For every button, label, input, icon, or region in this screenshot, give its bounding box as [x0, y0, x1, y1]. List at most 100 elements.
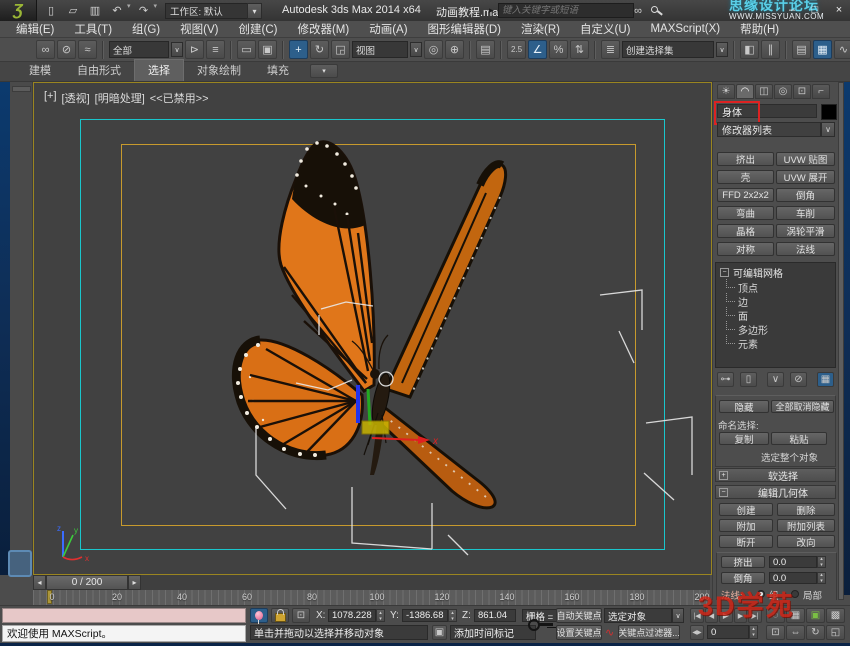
time-slider-button[interactable]: 0 / 200 — [46, 575, 128, 590]
configure-modifier-sets-icon[interactable]: ▦ — [817, 372, 834, 387]
panel-tab-modify-icon[interactable]: ◠ — [736, 84, 754, 99]
use-pivot-center-icon[interactable]: ◎ — [424, 40, 443, 59]
reference-coordinate-dropdown-icon[interactable]: ∨ — [410, 42, 422, 57]
viewport-layout-tab[interactable] — [8, 550, 32, 577]
next-frame-icon[interactable]: ▶ — [734, 608, 747, 623]
ribbon-tab-populate[interactable]: 填充 — [254, 60, 302, 81]
break-button[interactable]: 断开 — [719, 535, 773, 548]
zoom-extents-all-icon[interactable]: ▩ — [826, 608, 845, 623]
stack-item-face[interactable]: 面 — [726, 308, 835, 323]
menu-customize[interactable]: 自定义(U) — [570, 21, 640, 37]
search-icon[interactable]: ∞ — [630, 3, 646, 18]
named-set-dropdown-icon[interactable]: ∨ — [716, 42, 728, 57]
ribbon-tab-selection[interactable]: 选择 — [134, 59, 184, 81]
menu-modifiers[interactable]: 修改器(M) — [287, 21, 359, 37]
maxscript-status-line[interactable]: 欢迎使用 MAXScript。 — [2, 625, 246, 642]
select-and-scale-icon[interactable]: ◲ — [331, 40, 350, 59]
app-logo-icon[interactable]: Ʒ — [0, 0, 37, 21]
modifier-lathe-button[interactable]: 车削 — [776, 206, 835, 220]
object-color-swatch[interactable] — [821, 104, 837, 120]
modifier-extrude-button[interactable]: 挤出 — [717, 152, 774, 166]
soft-selection-rollout[interactable]: + 软选择 — [715, 468, 836, 483]
zoom-all-icon[interactable]: ▦ — [786, 608, 805, 623]
rollout-expand-icon[interactable]: + — [719, 470, 728, 480]
menu-animation[interactable]: 动画(A) — [359, 21, 417, 37]
x-coordinate-field[interactable]: 1078.228 — [328, 609, 376, 622]
snaps-toggle-icon[interactable]: 2.5 — [507, 40, 526, 59]
pan-icon[interactable]: ⇔ — [786, 625, 805, 640]
redo-flyout-icon[interactable]: ▾ — [154, 2, 158, 18]
extrude-spinner[interactable]: ▴ ▾ — [817, 556, 826, 568]
select-and-link-icon[interactable]: ∞ — [36, 40, 55, 59]
time-slider-right-icon[interactable]: ▸ — [128, 575, 141, 590]
remove-modifier-icon[interactable]: ⊘ — [790, 372, 807, 387]
goto-end-icon[interactable]: ▶| — [748, 608, 762, 623]
select-and-rotate-icon[interactable]: ↻ — [310, 40, 329, 59]
stack-item-edge[interactable]: 边 — [726, 294, 835, 309]
panel-tab-hierarchy-icon[interactable]: ◫ — [755, 84, 773, 99]
modifier-bend-button[interactable]: 弯曲 — [717, 206, 774, 220]
goto-start-icon[interactable]: |◀ — [690, 608, 704, 623]
y-coordinate-field[interactable]: -1386.68 — [402, 609, 448, 622]
menu-create[interactable]: 创建(C) — [228, 21, 287, 37]
absolute-mode-icon[interactable]: ⊡ — [292, 608, 310, 623]
make-unique-icon[interactable]: ∨ — [767, 372, 784, 387]
frame-spinner[interactable]: ▴ ▾ — [749, 625, 758, 639]
named-selection-set-combo[interactable]: 创建选择集 — [622, 41, 714, 58]
reference-coordinate-combo[interactable]: 视图 — [352, 41, 408, 58]
maximize-viewport-icon[interactable]: ◱ — [826, 625, 845, 640]
menu-views[interactable]: 视图(V) — [170, 21, 228, 37]
normals-local-radio[interactable] — [791, 590, 799, 598]
zoom-region-icon[interactable]: ⊡ — [766, 625, 785, 640]
extrude-value-field[interactable]: 0.0 — [769, 556, 817, 568]
menu-tools[interactable]: 工具(T) — [64, 21, 122, 37]
search-flyout-icon[interactable]: ▸ — [489, 5, 494, 16]
key-filters-button[interactable]: 关键点过滤器... — [618, 625, 680, 640]
isolate-selection-icon[interactable] — [250, 608, 268, 624]
unhide-all-button[interactable]: 全部取消隐藏 — [771, 400, 834, 413]
create-button[interactable]: 创建 — [719, 503, 773, 516]
paste-button[interactable]: 粘贴 — [771, 432, 827, 445]
minimize-button[interactable]: – — [783, 3, 801, 17]
rollout-collapse-icon[interactable]: − — [719, 487, 728, 497]
menu-help[interactable]: 帮助(H) — [730, 21, 789, 37]
set-key-button[interactable]: 设置关键点 — [556, 625, 602, 640]
close-button[interactable]: × — [830, 3, 848, 17]
maximize-button[interactable]: □ — [806, 3, 824, 17]
undo-icon[interactable]: ↶ — [108, 2, 126, 18]
attach-list-button[interactable]: 附加列表 — [777, 519, 835, 532]
normals-local-label[interactable]: 局部 — [803, 588, 822, 600]
modifier-lattice-button[interactable]: 晶格 — [717, 224, 774, 238]
modifier-uvwmap-button[interactable]: UVW 贴图 — [776, 152, 835, 166]
select-object-icon[interactable]: ⊳ — [185, 40, 204, 59]
current-frame-field[interactable]: 0 — [707, 625, 749, 639]
window-crossing-icon[interactable]: ▣ — [258, 40, 277, 59]
align-icon[interactable]: ∥ — [761, 40, 780, 59]
zoom-extents-icon[interactable]: ▣ — [806, 608, 825, 623]
spinner-snap-icon[interactable]: ⇅ — [570, 40, 589, 59]
menu-rendering[interactable]: 渲染(R) — [511, 21, 570, 37]
menu-edit[interactable]: 编辑(E) — [6, 21, 64, 37]
modifier-shell-button[interactable]: 壳 — [717, 170, 774, 184]
new-file-icon[interactable]: ▯ — [42, 2, 60, 18]
y-spinner[interactable]: ▴ ▾ — [448, 609, 457, 622]
communicate-cube-icon[interactable]: ▣ — [432, 625, 447, 640]
angle-snap-icon[interactable]: ∠ — [528, 40, 547, 59]
modifier-stack[interactable]: − 可编辑网格 顶点 边 面 多边形 元素 — [715, 262, 836, 368]
gizmo-plane-handle[interactable] — [361, 420, 390, 435]
turn-button[interactable]: 改向 — [777, 535, 835, 548]
modifier-normal-button[interactable]: 法线 — [776, 242, 835, 256]
previous-frame-icon[interactable]: ◀ — [705, 608, 718, 623]
add-time-tag[interactable]: 添加时间标记 — [450, 625, 536, 640]
x-spinner[interactable]: ▴ ▾ — [376, 609, 385, 622]
selection-set-dropdown-icon[interactable]: ∨ — [672, 608, 684, 623]
ribbon-tab-freeform[interactable]: 自由形式 — [64, 60, 134, 81]
track-bar[interactable]: 0 20 40 60 80 100 120 140 160 180 200 — [33, 590, 710, 606]
pin-stack-icon[interactable]: ⊶ — [717, 372, 734, 387]
copy-button[interactable]: 复制 — [719, 432, 769, 445]
edit-geometry-rollout[interactable]: − 编辑几何体 — [715, 485, 836, 500]
play-icon[interactable]: ▶ — [719, 608, 733, 623]
hide-button[interactable]: 隐藏 — [719, 400, 769, 413]
orbit-icon[interactable]: ↻ — [806, 625, 825, 640]
selection-filter-combo[interactable]: 全部 — [109, 41, 169, 58]
